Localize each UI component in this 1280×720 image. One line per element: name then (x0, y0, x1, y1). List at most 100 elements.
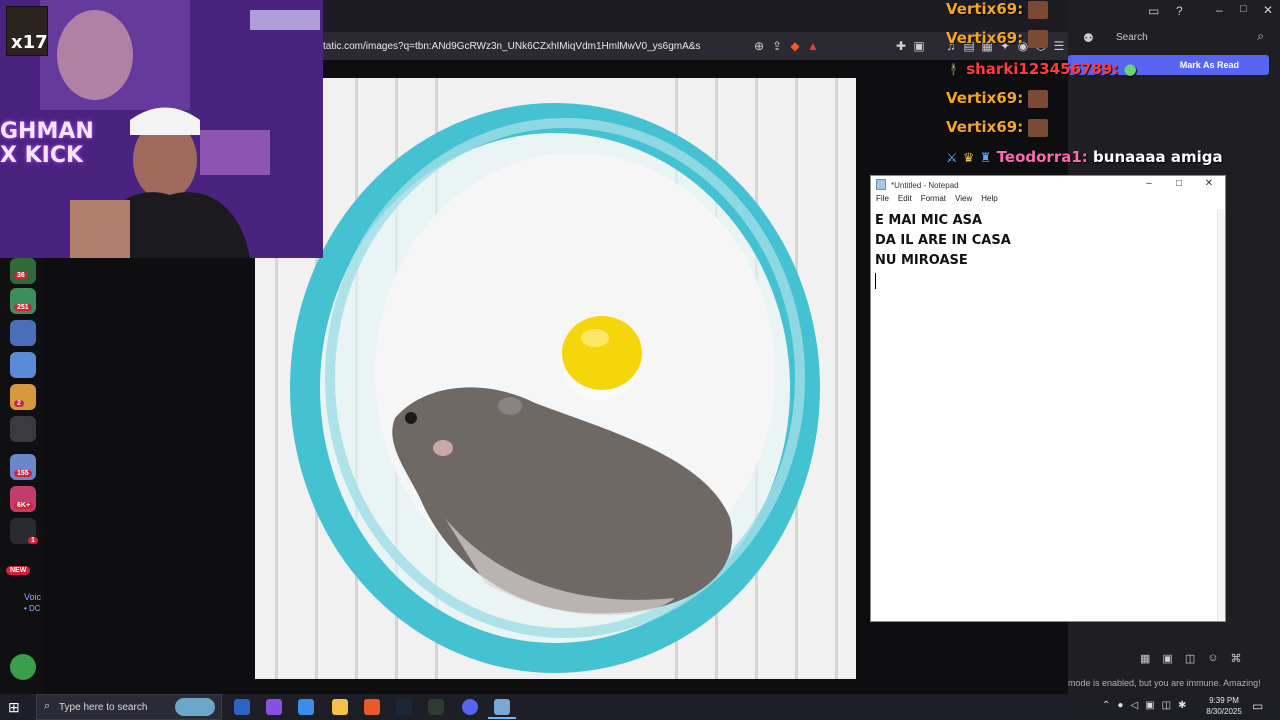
clock-time: 9:39 PM (1209, 696, 1239, 705)
server-badge-5: 2 (14, 400, 24, 407)
steam-icon[interactable] (396, 699, 412, 715)
address-bar[interactable]: tatic.com/images?q=tbn:ANd9GcRWz3n_UNk6C… (323, 41, 700, 52)
chat-user: Vertix69: (946, 29, 1024, 47)
sticker-icon[interactable]: ◫ (1185, 652, 1195, 665)
text-cursor (875, 273, 876, 289)
chat-user: Vertix69: (946, 0, 1024, 18)
zoom-icon[interactable]: ⊕ (750, 37, 768, 55)
notepad-minimize-icon[interactable]: – (1135, 178, 1163, 192)
new-badge: NEW (6, 566, 31, 575)
text-line: NU MIROASE (875, 253, 968, 268)
server-badge-2: 251 (14, 304, 32, 311)
emoji-icon[interactable]: ☺ (1207, 652, 1218, 665)
server-icon-5[interactable] (10, 384, 36, 410)
app-icon[interactable] (298, 699, 314, 715)
chat-user: Vertix69: (946, 89, 1024, 107)
pepe-emote-icon: ● (1123, 60, 1137, 78)
status-message: mode is enabled, but you are immune. Ama… (1068, 678, 1261, 688)
taskbar-search-placeholder: Type here to search (59, 701, 148, 713)
clock[interactable]: 9:39 PM 8/30/2025 (1200, 695, 1248, 717)
taskbar-search[interactable]: ⌕ Type here to search (36, 694, 222, 720)
minimize-icon[interactable]: – (1216, 3, 1223, 17)
chat-line-6: ⚔ ♛ ♜ Teodorra1: bunaaaa amiga (946, 148, 1223, 166)
gif-icon[interactable]: ▣ (1162, 652, 1172, 665)
search-icon: ⌕ (44, 700, 51, 712)
bottom-toolbar: ▦ ▣ ◫ ☺ ⌘ (1140, 652, 1241, 665)
screen-icon[interactable]: ▭ (1148, 4, 1159, 18)
sword-badge-icon: ⚔ (946, 151, 958, 166)
left-app-rail: 36 251 2 155 6K+ 1 NEW Voic • DC (0, 258, 44, 694)
voice-channel-sub: • DC (24, 604, 41, 613)
chat-user: sharki123456789: (966, 60, 1119, 78)
notepad-maximize-icon[interactable]: □ (1165, 178, 1193, 192)
system-tray: ⌃ ● ◁ ▣ ◫ ✱ (1102, 700, 1186, 711)
server-icon-1[interactable] (10, 258, 36, 284)
menu-help[interactable]: Help (981, 194, 997, 208)
network-icon[interactable]: ◫ (1162, 700, 1171, 711)
volume-icon[interactable]: ◁ (1130, 700, 1138, 711)
brave-icon[interactable] (364, 699, 380, 715)
chat-user: Vertix69: (946, 118, 1024, 136)
microphone-icon[interactable]: ● (1117, 700, 1123, 711)
windows-start-icon[interactable]: ⊞ (8, 699, 20, 716)
help-icon[interactable]: ? (1176, 4, 1183, 18)
server-badge-7: 155 (14, 470, 32, 477)
notepad-taskbar-icon[interactable] (494, 699, 510, 715)
webcam-overlay: x17 GHMAN X KICK (0, 0, 323, 258)
rewards-icon[interactable]: ▲ (804, 37, 822, 55)
terminal-icon[interactable] (428, 699, 444, 715)
server-icon-6[interactable] (10, 416, 36, 442)
tray-app-icon[interactable]: ▣ (1145, 700, 1154, 711)
friends-icon[interactable]: ⚉ (1083, 31, 1094, 45)
notepad-close-icon[interactable]: ✕ (1195, 178, 1223, 192)
gift-icon[interactable]: ▦ (1140, 652, 1150, 665)
file-explorer-icon[interactable] (332, 699, 348, 715)
menu-view[interactable]: View (955, 194, 972, 208)
mod-badge-icon: ♜ (979, 151, 992, 166)
copilot-icon[interactable] (266, 699, 282, 715)
notepad-text-area[interactable]: E MAI MIC ASA DA IL ARE IN CASA NU MIROA… (875, 211, 1011, 289)
apps-icon[interactable]: ⌘ (1230, 652, 1241, 665)
brave-shield-icon[interactable]: ◆ (786, 37, 804, 55)
windows-taskbar: ⊞ ⌕ Type here to search ⌃ ● ◁ ▣ ◫ ✱ 9:39… (0, 694, 1280, 720)
menu-format[interactable]: Format (921, 194, 946, 208)
server-badge-8: 6K+ (14, 502, 34, 509)
discord-icon[interactable] (462, 699, 478, 715)
chat-line-1: Vertix69: (946, 0, 1049, 19)
emote-icon (1028, 89, 1049, 108)
text-line: E MAI MIC ASA (875, 213, 983, 228)
menu-file[interactable]: File (876, 194, 889, 208)
sidebar-icon[interactable]: ▣ (910, 37, 928, 55)
server-icon-3[interactable] (10, 320, 36, 346)
crown-badge-icon: ♛ (962, 151, 975, 166)
shark-icon (175, 698, 215, 716)
extensions-icon[interactable]: ✚ (892, 37, 910, 55)
bluetooth-icon[interactable]: ✱ (1178, 700, 1186, 711)
text-line: DA IL ARE IN CASA (875, 233, 1011, 248)
chat-user: Teodorra1: (996, 148, 1088, 166)
hamster-wheel-image (255, 78, 856, 679)
task-view-icon[interactable] (234, 699, 250, 715)
chat-line-2: Vertix69: (946, 29, 1049, 48)
maximize-icon[interactable]: □ (1240, 3, 1247, 15)
notepad-window[interactable]: *Untitled - Notepad – □ ✕ File Edit Form… (870, 175, 1226, 622)
voice-channel-label[interactable]: Voic (24, 592, 41, 602)
emote-icon (1028, 0, 1049, 19)
server-badge-1: 36 (14, 272, 28, 279)
menu-edit[interactable]: Edit (898, 194, 912, 208)
clock-date: 8/30/2025 (1206, 707, 1242, 716)
notepad-scrollbar[interactable] (1217, 209, 1225, 621)
badge-icon: 🕴 (946, 63, 961, 77)
server-icon-4[interactable] (10, 352, 36, 378)
close-icon[interactable]: ✕ (1263, 3, 1273, 17)
search-input[interactable]: Search ⌕ (1106, 28, 1274, 48)
server-badge-9: 1 (28, 537, 38, 544)
notification-icon[interactable]: ▭ (1252, 699, 1263, 713)
chat-message: bunaaaa amiga (1093, 148, 1223, 166)
tray-overflow-icon[interactable]: ⌃ (1102, 700, 1110, 711)
user-avatar[interactable] (10, 654, 36, 680)
menu-icon[interactable]: ☰ (1050, 37, 1068, 55)
share-icon[interactable]: ⇪ (768, 37, 786, 55)
chat-line-4: Vertix69: (946, 89, 1049, 108)
active-indicator (488, 717, 516, 719)
